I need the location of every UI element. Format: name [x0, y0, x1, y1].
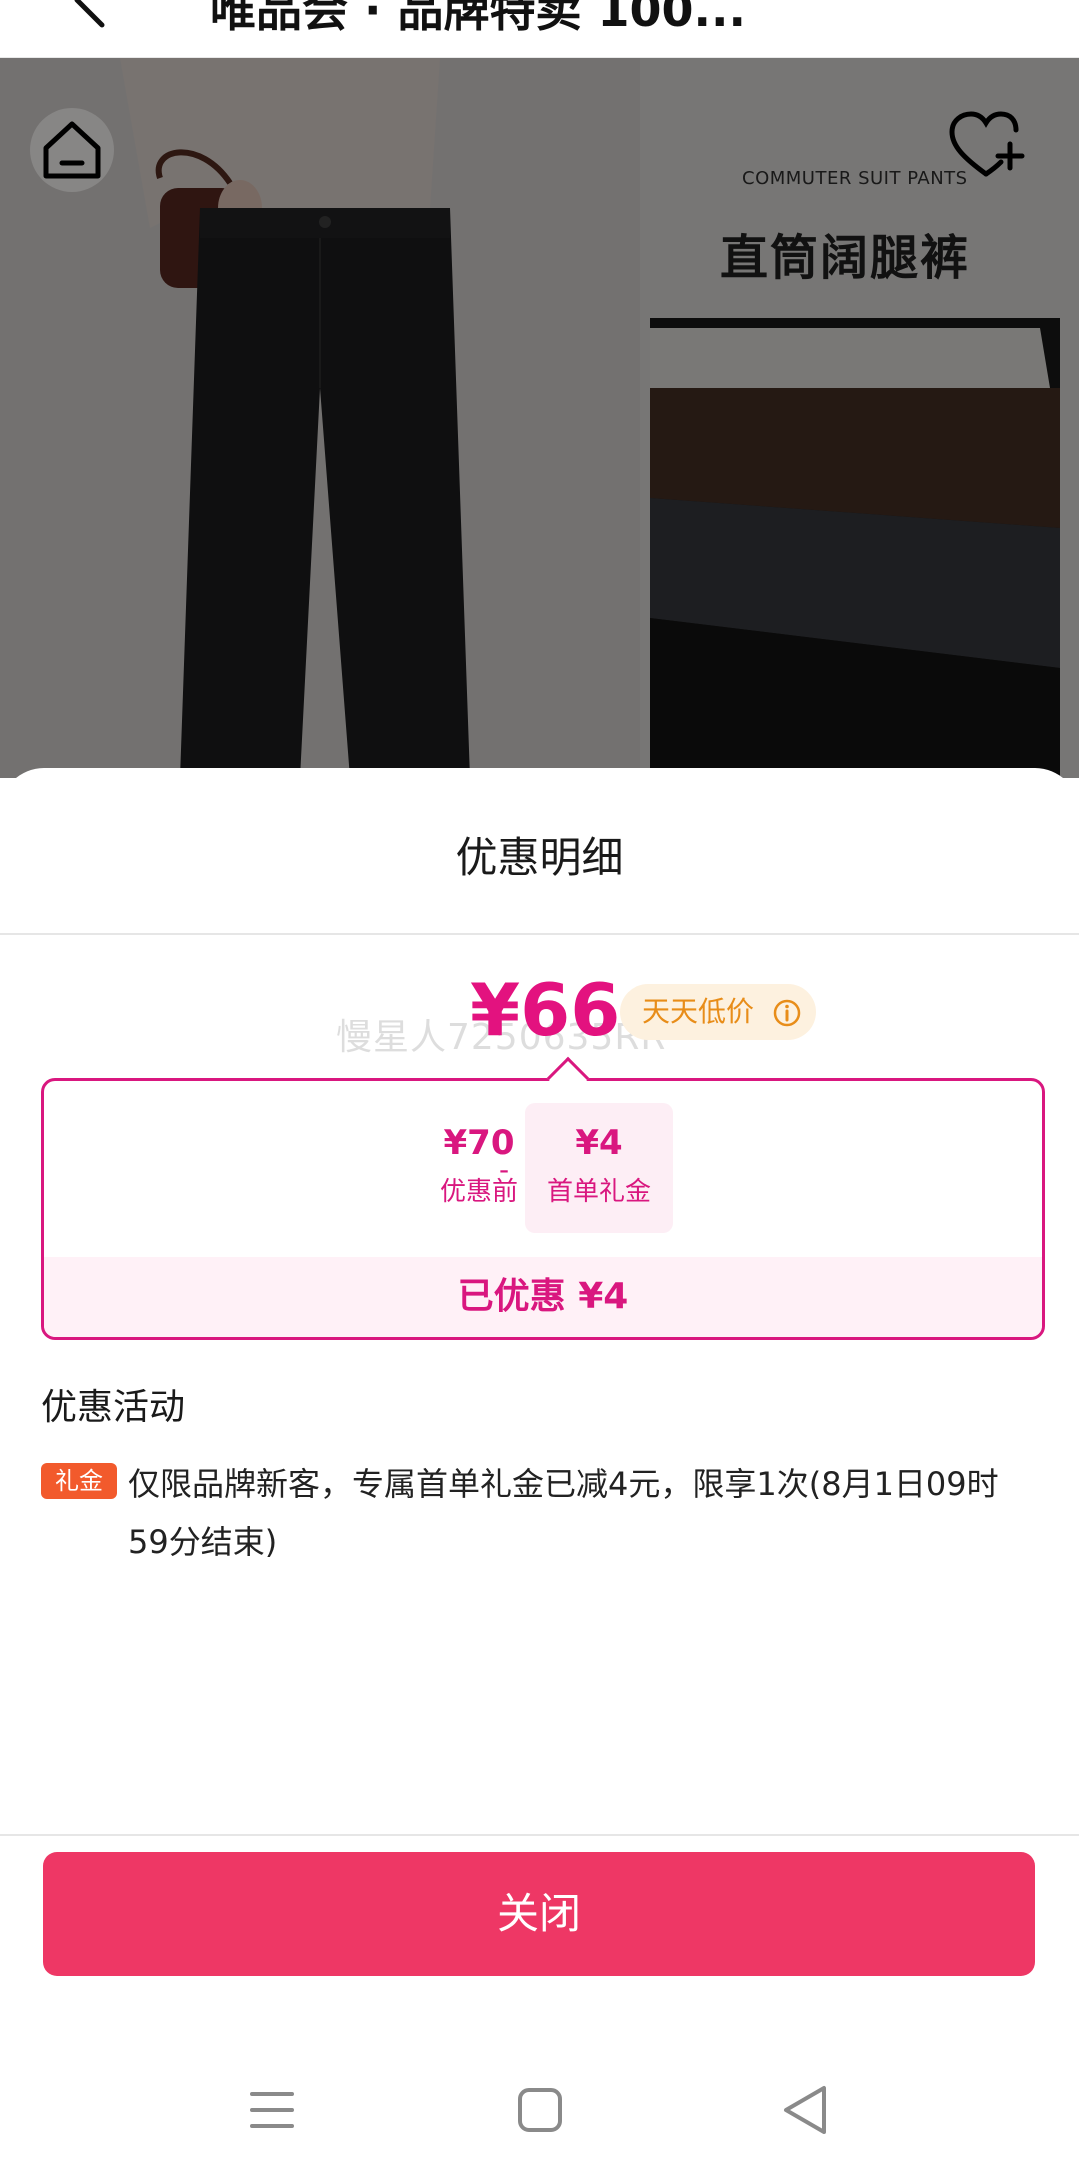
modal-overlay[interactable] — [0, 58, 1079, 778]
divider — [0, 933, 1079, 935]
daily-low-price-label: 天天低价 — [642, 995, 755, 1028]
system-navigation-bar — [0, 2058, 1079, 2162]
page-title: 唯品会 · 品牌特卖 100... — [210, 0, 746, 37]
promo-heading: 优惠活动 — [41, 1387, 186, 1428]
daily-low-price-tag[interactable]: 天天低价 — [620, 984, 816, 1040]
favorite-button[interactable] — [944, 104, 1028, 188]
gift-label: 首单礼金 — [546, 1177, 651, 1207]
info-icon — [773, 999, 801, 1027]
final-price: ¥66 — [470, 968, 621, 1052]
footer-divider — [0, 1834, 1079, 1836]
breakdown-pointer — [546, 1056, 590, 1100]
total-saved: 已优惠 ¥4 — [44, 1257, 1042, 1337]
first-order-gift: ¥4 首单礼金 — [525, 1103, 673, 1233]
sheet-title: 优惠明细 — [455, 833, 624, 882]
menu-icon[interactable] — [230, 2068, 314, 2152]
gift-badge: 礼金 — [41, 1463, 117, 1499]
promo-description: 仅限品牌新客，专属首单礼金已减4元，限享1次(8月1日09时59分结束) — [128, 1465, 999, 1561]
home-nav-icon[interactable] — [498, 2068, 582, 2152]
price-breakdown-card: ¥70 优惠前 - ¥4 首单礼金 已优惠 ¥4 — [41, 1056, 1045, 1340]
close-button[interactable]: 关闭 — [43, 1852, 1035, 1976]
back-arrow-icon[interactable] — [62, 0, 122, 30]
home-button[interactable] — [30, 108, 114, 192]
back-nav-icon[interactable] — [764, 2068, 848, 2152]
home-icon — [43, 121, 101, 179]
product-image: COMMUTER SUIT PANTS 直筒阔腿裤 — [0, 58, 1079, 778]
gift-amount: ¥4 — [575, 1123, 623, 1163]
heart-plus-icon — [949, 111, 1025, 177]
minus-sign: - — [499, 1153, 510, 1186]
top-header: 唯品会 · 品牌特卖 100... — [0, 0, 1079, 58]
discount-detail-sheet: 优惠明细 慢星人7250635RR ¥66 天天低价 ¥70 优惠前 - ¥4 … — [0, 768, 1079, 2162]
